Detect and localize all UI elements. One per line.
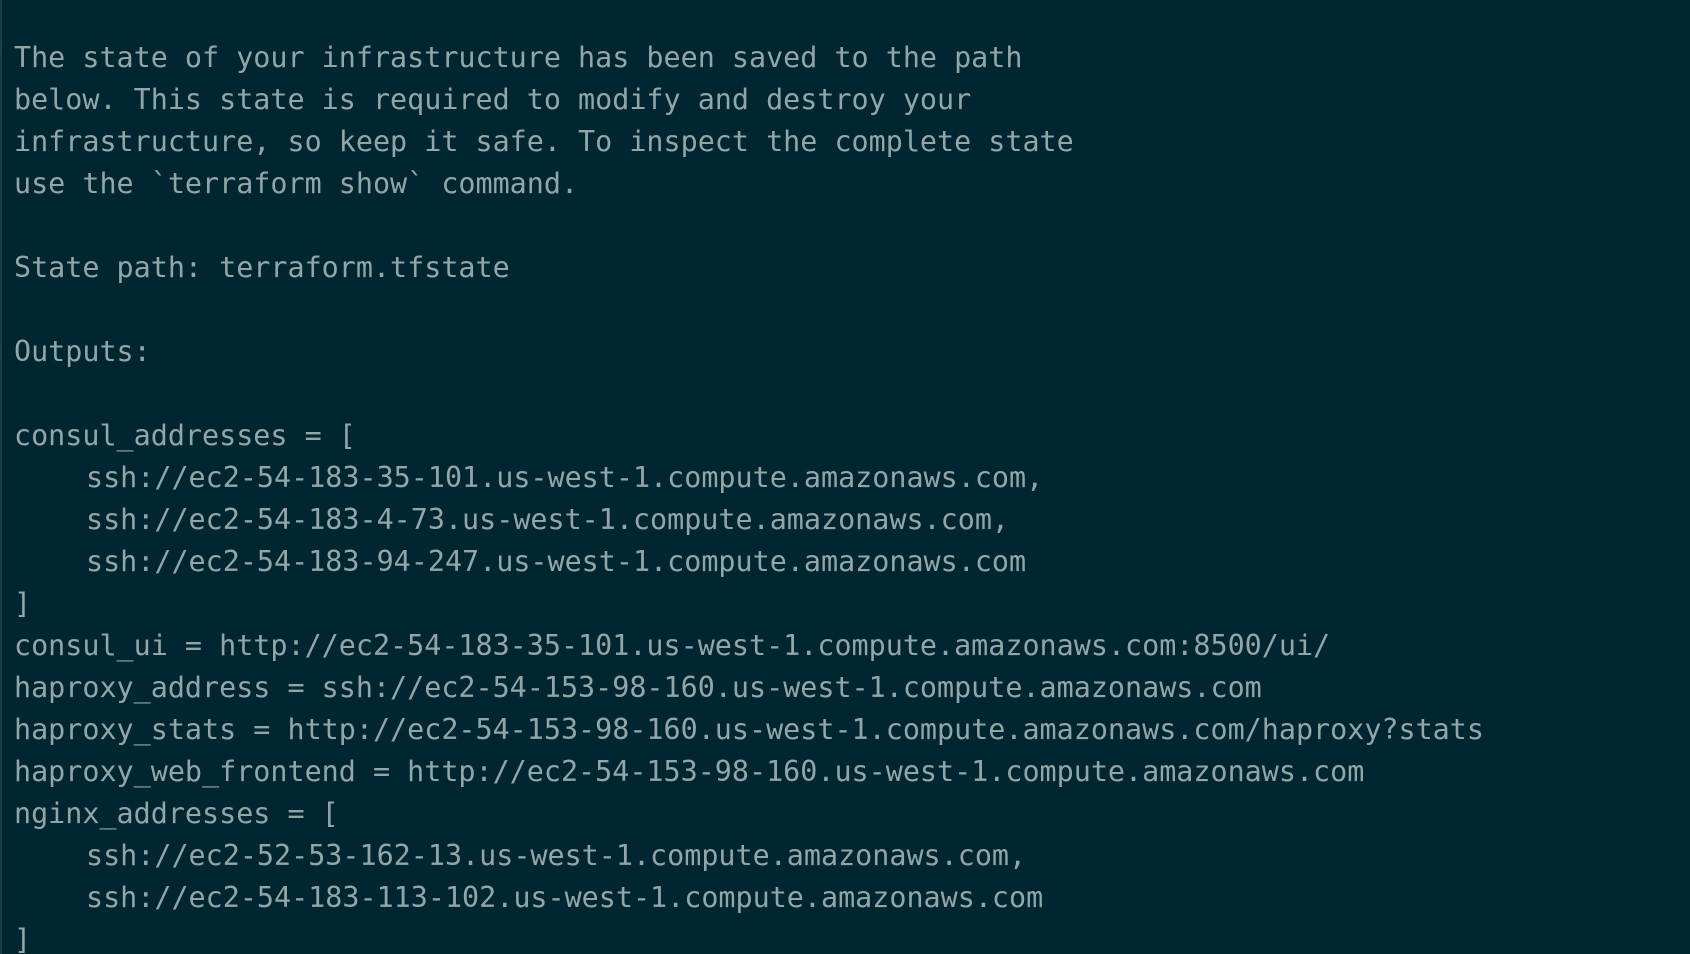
state-path-line: State path: terraform.tfstate <box>14 251 510 284</box>
consul-addresses-close: ] <box>14 587 32 620</box>
intro-line-1: The state of your infrastructure has bee… <box>14 41 1023 74</box>
intro-line-2: below. This state is required to modify … <box>14 83 972 116</box>
consul-address-item: ssh://ec2-54-183-4-73.us-west-1.compute.… <box>86 503 1010 536</box>
nginx-addresses-close: ] <box>14 923 32 954</box>
haproxy-stats-output: haproxy_stats = http://ec2-54-153-98-160… <box>14 713 1484 746</box>
nginx-address-item: ssh://ec2-52-53-162-13.us-west-1.compute… <box>86 839 1027 872</box>
consul-address-item: ssh://ec2-54-183-35-101.us-west-1.comput… <box>86 461 1044 494</box>
consul-addresses-open: consul_addresses = [ <box>14 419 356 452</box>
nginx-address-item: ssh://ec2-54-183-113-102.us-west-1.compu… <box>86 881 1044 914</box>
terminal-output: The state of your infrastructure has bee… <box>14 37 1484 954</box>
intro-line-4: use the `terraform show` command. <box>14 167 579 200</box>
haproxy-address-output: haproxy_address = ssh://ec2-54-153-98-16… <box>14 671 1262 704</box>
outputs-heading: Outputs: <box>14 335 151 368</box>
intro-line-3: infrastructure, so keep it safe. To insp… <box>14 125 1074 158</box>
consul-ui-output: consul_ui = http://ec2-54-183-35-101.us-… <box>14 629 1331 662</box>
nginx-addresses-open: nginx_addresses = [ <box>14 797 339 830</box>
consul-address-item: ssh://ec2-54-183-94-247.us-west-1.comput… <box>86 545 1027 578</box>
terminal-window[interactable]: The state of your infrastructure has bee… <box>0 0 1690 954</box>
haproxy-web-frontend-output: haproxy_web_frontend = http://ec2-54-153… <box>14 755 1365 788</box>
